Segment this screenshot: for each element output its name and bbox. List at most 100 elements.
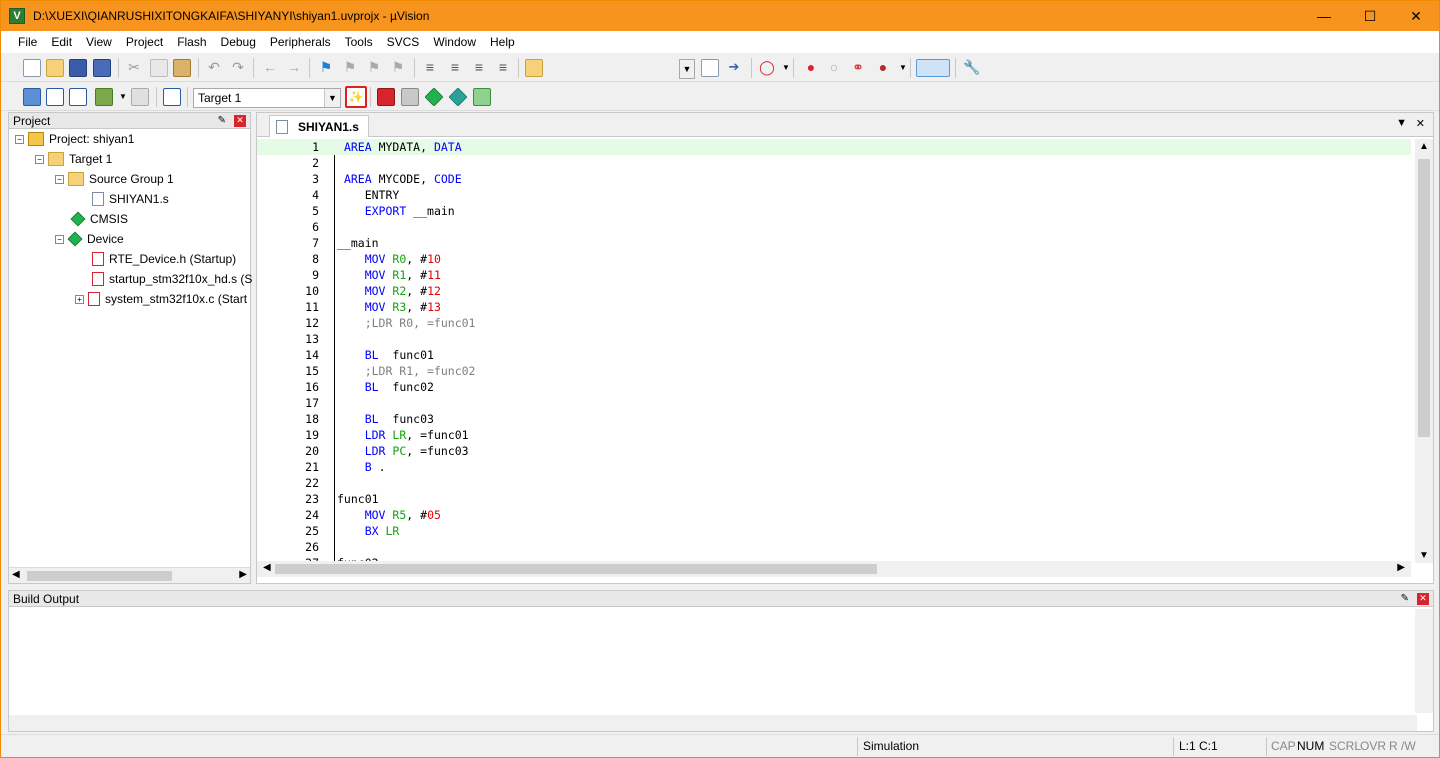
tree-node-device[interactable]: − Device (55, 230, 124, 248)
tree-node-file[interactable]: startup_stm32f10x_hd.s (S (92, 270, 252, 288)
scroll-left-icon[interactable]: ◀ (12, 569, 20, 580)
close-tab-icon[interactable]: ✕ (1416, 117, 1425, 130)
code-line[interactable]: 26 (257, 539, 1411, 555)
collapse-icon[interactable]: − (35, 154, 44, 164)
code-line[interactable]: 7 __main (257, 235, 1411, 251)
tree-node-target[interactable]: − Target 1 (35, 150, 112, 168)
scroll-thumb[interactable] (275, 564, 877, 574)
code-line[interactable]: 5 EXPORT __main (257, 203, 1411, 219)
stop-build-icon[interactable] (131, 88, 149, 106)
disable-breakpoint-icon[interactable]: ○ (825, 59, 843, 77)
previous-bookmark-icon[interactable]: ⚑ (341, 59, 359, 77)
code-line[interactable]: 13 (257, 331, 1411, 347)
options-for-target-icon[interactable]: ✨ (345, 86, 367, 108)
code-line[interactable]: 2 (257, 155, 1411, 171)
menu-peripherals[interactable]: Peripherals (263, 32, 338, 52)
code-line[interactable]: 12 ;LDR R0, =func01 (257, 315, 1411, 331)
tree-node-cmsis[interactable]: CMSIS (70, 210, 128, 228)
project-hscrollbar[interactable]: ◀ ▶ (9, 567, 250, 583)
batch-dropdown-icon[interactable]: ▼ (114, 88, 132, 106)
code-line[interactable]: 17 (257, 395, 1411, 411)
code-line[interactable]: 23 func01 (257, 491, 1411, 507)
build-icon[interactable] (46, 88, 64, 106)
expand-icon[interactable]: + (75, 294, 84, 304)
incremental-find-icon[interactable]: ➔ (725, 59, 743, 77)
tree-node-file[interactable]: RTE_Device.h (Startup) (92, 250, 236, 268)
code-line[interactable]: 25 BX LR (257, 523, 1411, 539)
code-line[interactable]: 20 LDR PC, =func03 (257, 443, 1411, 459)
new-file-icon[interactable] (23, 59, 41, 77)
menu-svcs[interactable]: SVCS (380, 32, 427, 52)
comment-icon[interactable]: ≡ (470, 59, 488, 77)
uncomment-icon[interactable]: ≡ (494, 59, 512, 77)
pin-icon[interactable]: ✎ (218, 113, 226, 129)
tree-node-project[interactable]: − Project: shiyan1 (15, 130, 134, 148)
bookmark-icon[interactable]: ⚑ (317, 59, 335, 77)
maximize-button[interactable]: ☐ (1347, 1, 1393, 31)
tree-node-source-group[interactable]: − Source Group 1 (55, 170, 174, 188)
scroll-right-icon[interactable]: ▶ (1397, 562, 1405, 573)
scroll-down-icon[interactable]: ▼ (1419, 550, 1429, 561)
tree-node-file[interactable]: SHIYAN1.s (92, 190, 169, 208)
code-line[interactable]: 22 (257, 475, 1411, 491)
menu-tools[interactable]: Tools (338, 32, 380, 52)
code-line[interactable]: 15 ;LDR R1, =func02 (257, 363, 1411, 379)
menu-view[interactable]: View (79, 32, 119, 52)
window-layout-icon[interactable] (916, 59, 950, 77)
scroll-thumb[interactable] (27, 571, 172, 581)
code-line[interactable]: 6 (257, 219, 1411, 235)
collapse-icon[interactable]: − (55, 174, 64, 184)
close-panel-icon[interactable]: ✕ (1417, 593, 1429, 605)
menu-file[interactable]: File (11, 32, 44, 52)
tab-shiyan1[interactable]: SHIYAN1.s (269, 115, 369, 137)
navigate-forward-icon[interactable]: → (285, 59, 303, 77)
rebuild-icon[interactable] (69, 88, 87, 106)
build-vscrollbar[interactable] (1415, 609, 1433, 713)
manage-rte-icon[interactable] (424, 87, 444, 107)
select-software-packs-icon[interactable] (401, 88, 419, 106)
code-line[interactable]: 3 AREA MYCODE, CODE (257, 171, 1411, 187)
event-recorder-icon[interactable] (473, 88, 491, 106)
menu-window[interactable]: Window (426, 32, 483, 52)
tab-list-icon[interactable]: ▼ (1396, 117, 1407, 129)
code-line[interactable]: 18 BL func03 (257, 411, 1411, 427)
cut-icon[interactable]: ✂ (125, 59, 143, 77)
manage-project-items-icon[interactable] (377, 88, 395, 106)
minimize-button[interactable]: — (1301, 1, 1347, 31)
find-icon[interactable] (701, 59, 719, 77)
editor-vscrollbar[interactable]: ▲ ▼ (1415, 139, 1433, 563)
code-area[interactable]: 1 AREA MYDATA, DATA 2 3 AREA MYCODE, COD… (257, 139, 1411, 563)
save-all-icon[interactable] (93, 59, 111, 77)
redo-icon[interactable]: ↷ (229, 59, 247, 77)
scroll-up-icon[interactable]: ▲ (1419, 141, 1429, 152)
translate-icon[interactable] (23, 88, 41, 106)
menu-edit[interactable]: Edit (44, 32, 79, 52)
target-select[interactable]: Target 1 ▼ (193, 88, 341, 108)
open-folder-icon[interactable] (46, 59, 64, 77)
undo-icon[interactable]: ↶ (205, 59, 223, 77)
insert-breakpoint-icon[interactable]: ● (802, 59, 820, 77)
menu-project[interactable]: Project (119, 32, 170, 52)
code-line[interactable]: 1 AREA MYDATA, DATA (257, 139, 1411, 155)
menu-help[interactable]: Help (483, 32, 522, 52)
build-hscrollbar[interactable] (9, 715, 1417, 731)
save-icon[interactable] (69, 59, 87, 77)
close-window-button[interactable]: ✕ (1393, 1, 1439, 31)
disable-all-breakpoints-icon[interactable]: ⚭ (849, 59, 867, 77)
scroll-left-icon[interactable]: ◀ (263, 562, 271, 573)
collapse-icon[interactable]: − (55, 234, 64, 244)
code-line[interactable]: 21 B . (257, 459, 1411, 475)
menu-debug[interactable]: Debug (214, 32, 263, 52)
code-line[interactable]: 14 BL func01 (257, 347, 1411, 363)
scroll-thumb[interactable] (1418, 159, 1430, 437)
editor-hscrollbar[interactable]: ◀ ▶ (257, 561, 1411, 577)
copy-icon[interactable] (150, 59, 168, 77)
code-line[interactable]: 4 ENTRY (257, 187, 1411, 203)
pin-icon[interactable]: ✎ (1401, 591, 1409, 607)
code-line[interactable]: 9 MOV R1, #11 (257, 267, 1411, 283)
configure-wrench-icon[interactable]: 🔧 (963, 59, 981, 77)
navigate-back-icon[interactable]: ← (261, 59, 279, 77)
paste-icon[interactable] (173, 59, 191, 77)
collapse-icon[interactable]: − (15, 134, 24, 144)
debug-session-icon[interactable]: ◯ (758, 59, 776, 77)
